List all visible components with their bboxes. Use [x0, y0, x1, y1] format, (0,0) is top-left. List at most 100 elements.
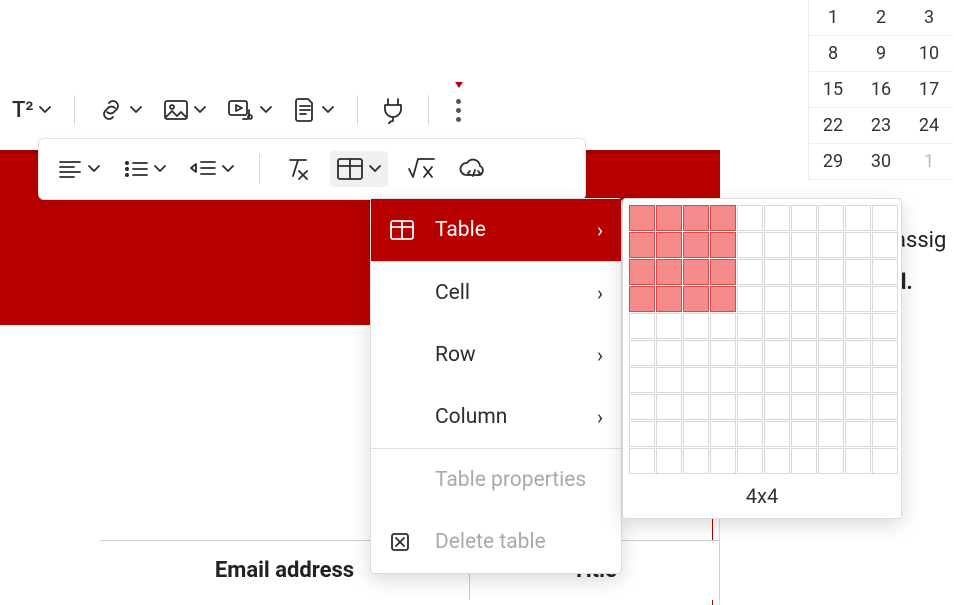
grid-cell[interactable]	[764, 313, 790, 339]
grid-cell[interactable]	[683, 421, 709, 447]
grid-cell[interactable]	[791, 259, 817, 285]
bullet-list-button[interactable]	[119, 151, 171, 187]
menu-item-column[interactable]: Column ›	[371, 386, 621, 448]
grid-cell[interactable]	[872, 448, 898, 474]
grid-cell[interactable]	[656, 448, 682, 474]
grid-cell[interactable]	[872, 313, 898, 339]
grid-cell[interactable]	[683, 448, 709, 474]
grid-cell[interactable]	[818, 205, 844, 231]
menu-item-cell[interactable]: Cell ›	[371, 262, 621, 324]
grid-cell[interactable]	[791, 232, 817, 258]
grid-cell[interactable]	[629, 259, 655, 285]
grid-cell[interactable]	[629, 367, 655, 393]
grid-cell[interactable]	[791, 340, 817, 366]
grid-cell[interactable]	[845, 286, 871, 312]
grid-cell[interactable]	[818, 448, 844, 474]
calendar-day[interactable]: 17	[905, 72, 953, 108]
grid-cell[interactable]	[710, 421, 736, 447]
calendar-day[interactable]: 15	[809, 72, 857, 108]
grid-cell[interactable]	[710, 394, 736, 420]
grid-cell[interactable]	[629, 313, 655, 339]
grid-cell[interactable]	[710, 448, 736, 474]
grid-cell[interactable]	[818, 340, 844, 366]
grid-cell[interactable]	[764, 340, 790, 366]
grid-cell[interactable]	[818, 259, 844, 285]
grid-cell[interactable]	[818, 313, 844, 339]
more-button[interactable]	[447, 92, 471, 128]
grid-cell[interactable]	[737, 448, 763, 474]
grid-cell[interactable]	[764, 286, 790, 312]
grid-cell[interactable]	[818, 394, 844, 420]
calendar-day[interactable]: 8	[809, 36, 857, 72]
grid-cell[interactable]	[737, 421, 763, 447]
grid-cell[interactable]	[791, 448, 817, 474]
grid-cell[interactable]	[845, 421, 871, 447]
calendar-day[interactable]: 24	[905, 108, 953, 144]
grid-cell[interactable]	[737, 340, 763, 366]
calendar-day[interactable]: 16	[857, 72, 905, 108]
grid-cell[interactable]	[764, 205, 790, 231]
calendar-day[interactable]: 10	[905, 36, 953, 72]
grid-cell[interactable]	[818, 367, 844, 393]
align-button[interactable]	[53, 151, 105, 187]
grid-cell[interactable]	[872, 421, 898, 447]
clear-format-button[interactable]	[280, 151, 316, 187]
calendar-day[interactable]: 3	[905, 0, 953, 36]
plugin-button[interactable]	[376, 92, 410, 128]
grid-cell[interactable]	[845, 313, 871, 339]
grid-cell[interactable]	[656, 313, 682, 339]
grid-cell[interactable]	[683, 205, 709, 231]
grid-cell[interactable]	[737, 205, 763, 231]
grid-cell[interactable]	[629, 232, 655, 258]
grid-cell[interactable]	[710, 259, 736, 285]
grid-cell[interactable]	[629, 448, 655, 474]
grid-cell[interactable]	[683, 259, 709, 285]
grid-cell[interactable]	[764, 448, 790, 474]
grid-cell[interactable]	[710, 205, 736, 231]
table-button[interactable]	[330, 151, 388, 187]
grid-cell[interactable]	[791, 367, 817, 393]
grid-cell[interactable]	[656, 232, 682, 258]
grid-cell[interactable]	[764, 421, 790, 447]
grid-cell[interactable]	[845, 448, 871, 474]
grid-cell[interactable]	[845, 259, 871, 285]
media-button[interactable]	[223, 92, 277, 128]
calendar-day[interactable]: 29	[809, 144, 857, 180]
grid-cell[interactable]	[656, 286, 682, 312]
grid-cell[interactable]	[872, 259, 898, 285]
menu-item-table[interactable]: Table ›	[371, 199, 621, 261]
grid-cell[interactable]	[629, 394, 655, 420]
grid-cell[interactable]	[683, 286, 709, 312]
grid-cell[interactable]	[791, 205, 817, 231]
grid-cell[interactable]	[656, 394, 682, 420]
grid-cell[interactable]	[872, 232, 898, 258]
grid-cell[interactable]	[845, 205, 871, 231]
grid-cell[interactable]	[683, 340, 709, 366]
grid-cell[interactable]	[710, 286, 736, 312]
grid-cell[interactable]	[737, 394, 763, 420]
grid-cell[interactable]	[845, 367, 871, 393]
grid-cell[interactable]	[845, 340, 871, 366]
grid-cell[interactable]	[656, 259, 682, 285]
grid[interactable]	[629, 205, 895, 474]
grid-cell[interactable]	[683, 394, 709, 420]
link-button[interactable]	[93, 92, 147, 128]
grid-cell[interactable]	[656, 421, 682, 447]
grid-cell[interactable]	[656, 367, 682, 393]
document-button[interactable]	[289, 92, 339, 128]
grid-cell[interactable]	[683, 232, 709, 258]
grid-cell[interactable]	[791, 286, 817, 312]
grid-cell[interactable]	[872, 340, 898, 366]
grid-cell[interactable]	[872, 394, 898, 420]
menu-item-row[interactable]: Row ›	[371, 324, 621, 386]
embed-button[interactable]	[454, 151, 492, 187]
grid-cell[interactable]	[764, 232, 790, 258]
grid-cell[interactable]	[683, 367, 709, 393]
superscript-button[interactable]: T²	[8, 92, 56, 128]
grid-cell[interactable]	[629, 421, 655, 447]
calendar-day[interactable]: 23	[857, 108, 905, 144]
image-button[interactable]	[159, 92, 211, 128]
grid-cell[interactable]	[818, 421, 844, 447]
grid-cell[interactable]	[629, 286, 655, 312]
grid-cell[interactable]	[629, 205, 655, 231]
